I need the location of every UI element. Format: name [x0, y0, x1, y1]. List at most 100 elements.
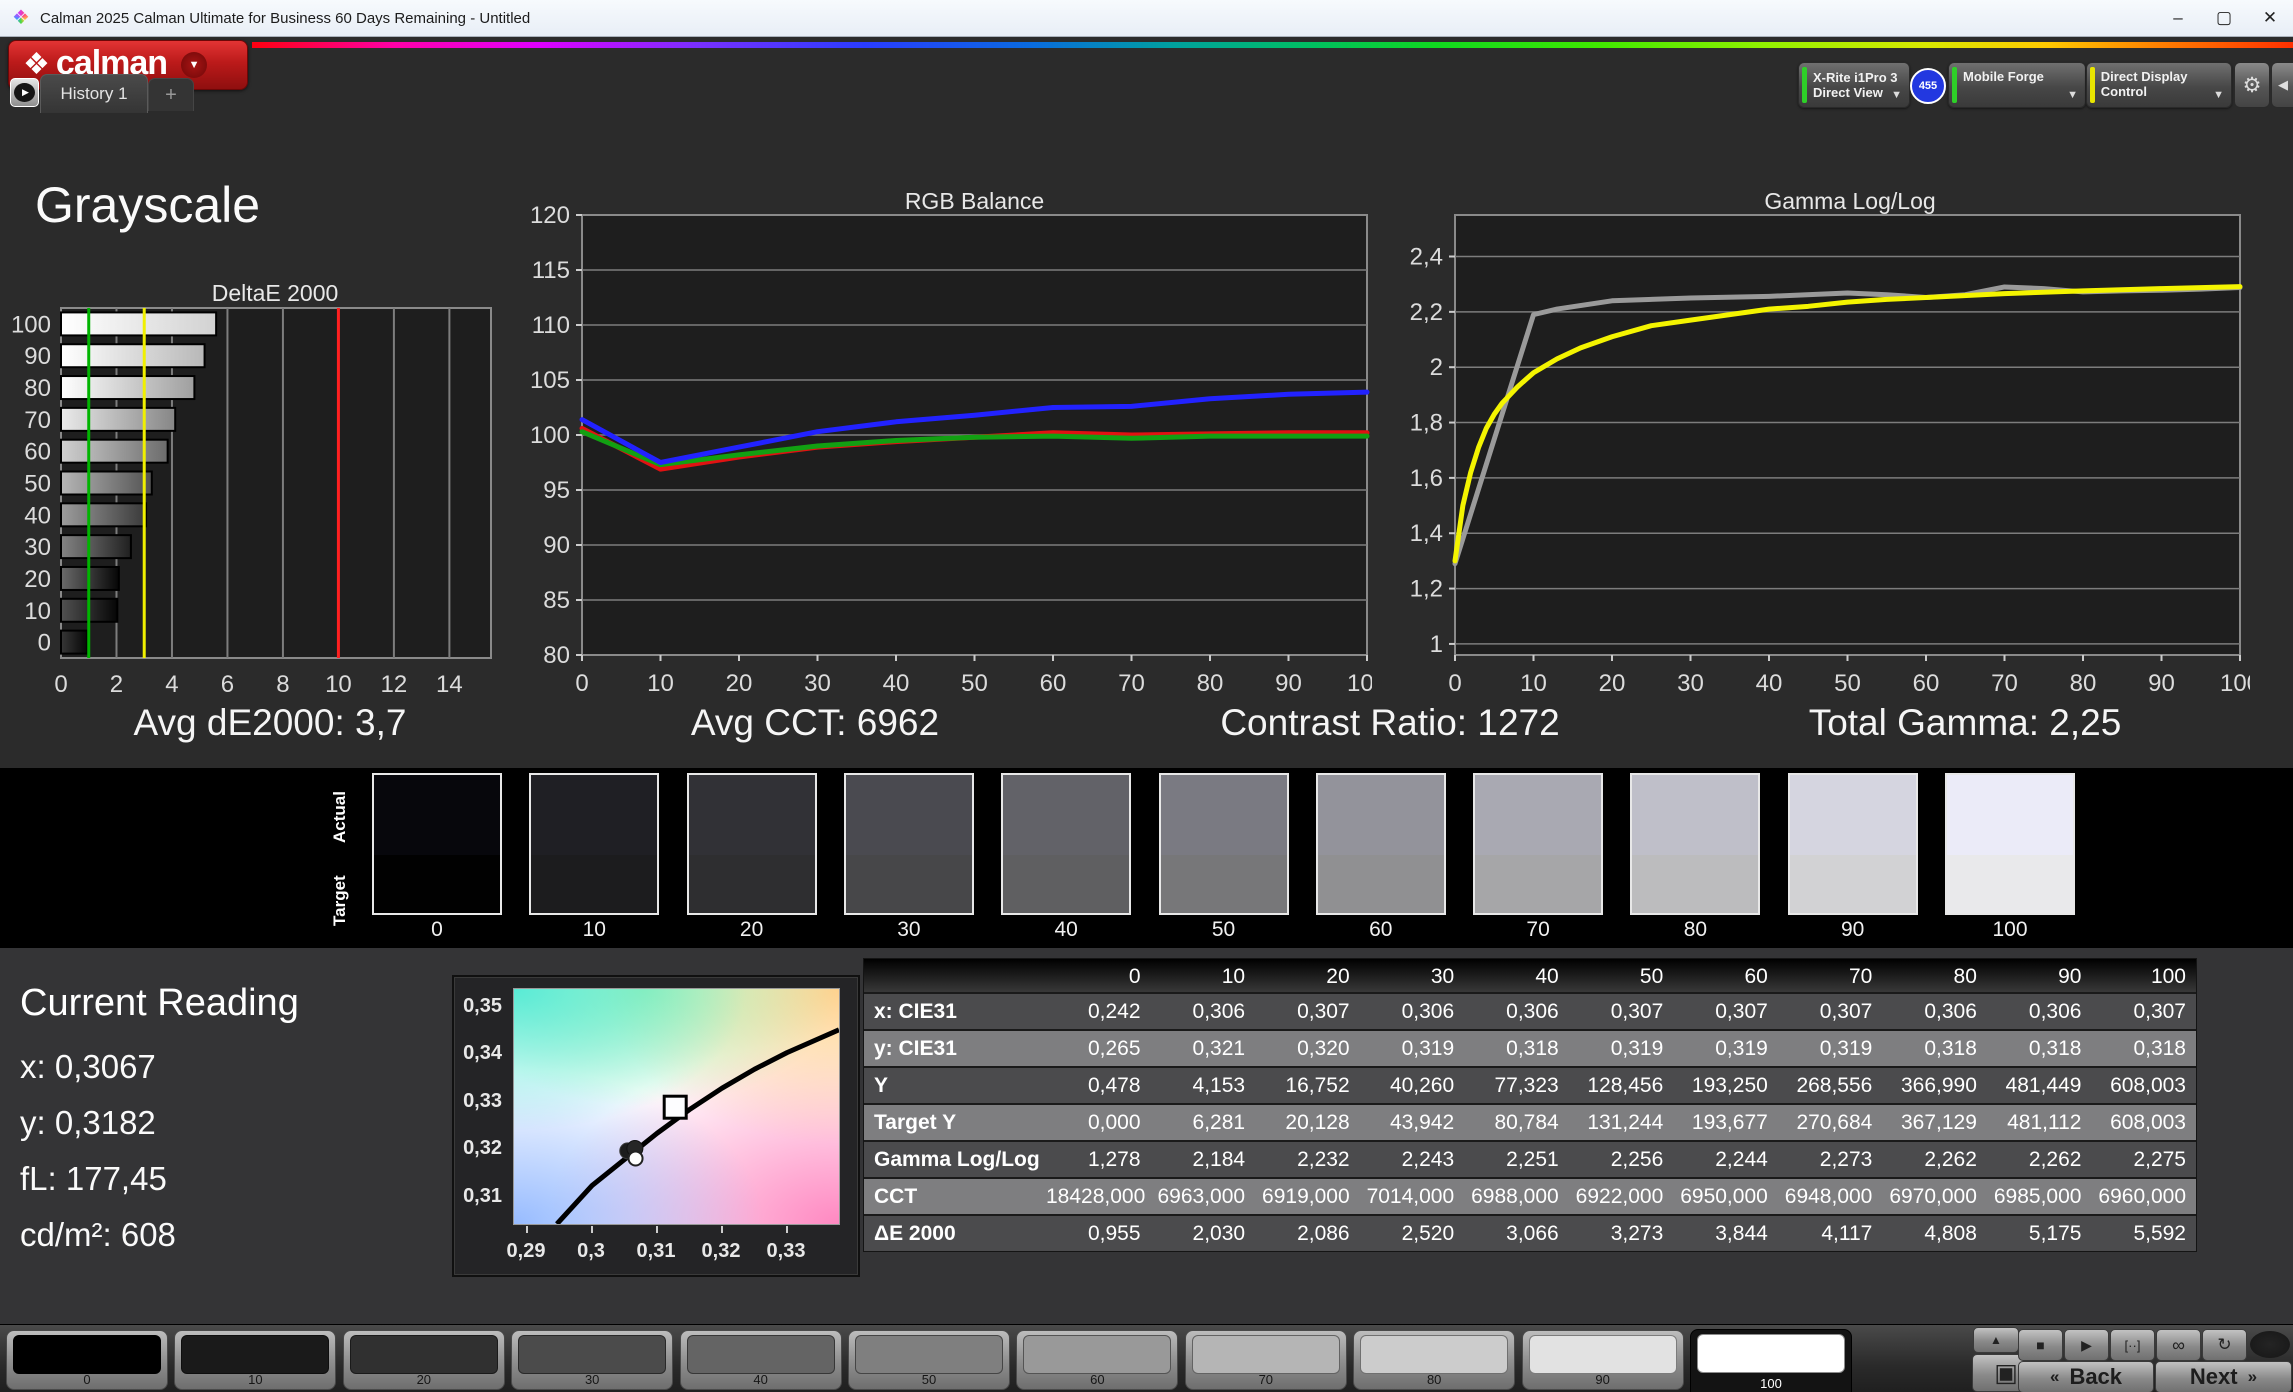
maximize-button[interactable]: ▢: [2201, 0, 2247, 36]
deltae-bar-0: [60, 629, 89, 655]
cie-chart: [513, 988, 841, 1226]
total-gamma-value: Total Gamma: 2,25: [1808, 702, 2122, 743]
pattern-size-button[interactable]: [··]: [2110, 1329, 2155, 1361]
pattern-chip: [518, 1335, 667, 1374]
pattern-chip: [1697, 1334, 1845, 1373]
refresh-button[interactable]: ↻: [2202, 1329, 2247, 1361]
pattern-button-60[interactable]: 60: [1016, 1330, 1179, 1390]
continuous-measure-button[interactable]: ∞: [2156, 1329, 2201, 1361]
current-reading-cdm2: cd/m²: 608: [20, 1216, 176, 1253]
svg-text:8: 8: [276, 671, 289, 698]
swatch-target: [531, 855, 658, 913]
pattern-button-80[interactable]: 80: [1353, 1330, 1516, 1390]
next-chevron-icon: »: [2247, 1367, 2258, 1386]
pattern-button-90[interactable]: 90: [1521, 1330, 1684, 1390]
table-cell: 18428,000: [1046, 1185, 1146, 1208]
table-cell: 270,684: [1796, 1111, 1873, 1134]
pattern-button-100[interactable]: 100: [1690, 1329, 1852, 1392]
swatch-actual: [531, 775, 658, 856]
chevron-down-icon: ▼: [2067, 89, 2078, 101]
settings-button[interactable]: ⚙: [2234, 62, 2270, 108]
table-cell: 5,175: [2028, 1222, 2082, 1245]
table-cell: 0,319: [1715, 1037, 1768, 1060]
swatch-level-label: 100: [1992, 918, 2028, 941]
table-cell: 0,321: [1192, 1037, 1246, 1060]
play-button[interactable]: ▶: [2064, 1329, 2109, 1361]
collapse-arrow-icon: ◀: [2278, 77, 2288, 92]
pattern-button-10[interactable]: 10: [174, 1330, 337, 1390]
cie-ytick: 0,34: [463, 1042, 502, 1064]
swatch-10: [529, 773, 660, 915]
swatch-actual: [1632, 775, 1759, 856]
table-cell: 608,003: [2110, 1074, 2186, 1097]
meter-dropdown[interactable]: X-Rite i1Pro 3 Direct View ▼: [1798, 62, 1910, 108]
cie-xtick: 0,33: [766, 1240, 806, 1262]
close-button[interactable]: ✕: [2247, 0, 2293, 36]
minimize-button[interactable]: –: [2155, 0, 2201, 36]
pattern-up-button[interactable]: ▲: [1973, 1327, 2019, 1353]
svg-text:90: 90: [24, 343, 51, 370]
pattern-chip: [855, 1335, 1003, 1374]
calman-menu-arrow-icon[interactable]: ▼: [181, 52, 208, 78]
swatch-actual: [1947, 775, 2073, 856]
table-cell: 2,244: [1715, 1148, 1768, 1171]
pattern-button-50[interactable]: 50: [848, 1330, 1010, 1390]
swatch-level-label: 0: [431, 918, 443, 941]
pattern-chip: [1023, 1335, 1172, 1374]
pattern-chip: [1191, 1335, 1340, 1374]
tab-history-1[interactable]: History 1: [40, 74, 148, 113]
pattern-button-30[interactable]: 30: [511, 1330, 674, 1390]
pattern-label: 20: [416, 1372, 432, 1387]
pattern-chip: [181, 1335, 330, 1374]
swatch-actual: [845, 775, 972, 856]
pattern-button-0[interactable]: 0: [6, 1330, 168, 1390]
pattern-button-70[interactable]: 70: [1184, 1330, 1347, 1390]
table-cell: 2,232: [1297, 1148, 1350, 1171]
table-cell: 6948,000: [1784, 1185, 1873, 1208]
stop-button[interactable]: ■: [2018, 1329, 2063, 1361]
table-row-Y: Y 0,478 4,153 16,752 40,260 77,323 128,456 193,…: [864, 1066, 2196, 1103]
up-arrow-icon: ▲: [1990, 1333, 2002, 1347]
svg-text:10: 10: [1520, 670, 1547, 697]
pattern-button-40[interactable]: 40: [679, 1330, 842, 1390]
pattern-button-20[interactable]: 20: [342, 1330, 505, 1390]
table-column-header: 40: [1535, 965, 1559, 988]
rainbow-divider: [252, 42, 2293, 48]
table-cell: 0,307: [1715, 1000, 1768, 1023]
svg-text:10: 10: [647, 670, 674, 697]
svg-text:0: 0: [54, 671, 67, 698]
cie-xtick: 0,31: [636, 1240, 676, 1262]
measurement-table: 0 10 20 30 40 50 60 70 80 90 100 x: CIE31 0,242 0,306…: [863, 958, 2197, 1252]
display-dropdown[interactable]: Direct Display Control ▼: [2086, 62, 2232, 108]
window-title: Calman 2025 Calman Ultimate for Business…: [40, 9, 531, 27]
svg-text:1,4: 1,4: [1410, 520, 1443, 547]
table-cell: 2,262: [1924, 1148, 1977, 1171]
table-cell: 6963,000: [1157, 1185, 1246, 1208]
swatch-actual: [374, 775, 500, 856]
source-dropdown[interactable]: Mobile Forge ▼: [1948, 62, 2086, 108]
swatch-level-label: 70: [1526, 918, 1550, 941]
table-cell: 0,307: [1297, 1000, 1350, 1023]
daylight-locus: [555, 1027, 841, 1226]
svg-text:10: 10: [325, 671, 352, 698]
current-reading-title: Current Reading: [20, 982, 299, 1024]
swatch-actual: [1160, 775, 1287, 856]
table-cell: 77,323: [1494, 1074, 1559, 1097]
table-cell: 0,265: [1087, 1037, 1141, 1060]
table-cell: 131,244: [1587, 1111, 1664, 1134]
svg-text:0: 0: [1448, 670, 1461, 697]
pattern-label: 40: [753, 1372, 768, 1387]
add-tab-button[interactable]: +: [148, 78, 194, 111]
cie-ytick: 0,32: [463, 1137, 502, 1159]
svg-text:20: 20: [1599, 670, 1626, 697]
next-button[interactable]: Next »: [2155, 1361, 2292, 1392]
back-button[interactable]: « Back: [2018, 1361, 2154, 1392]
table-cell: 6,281: [1192, 1111, 1246, 1134]
svg-text:0: 0: [38, 630, 51, 657]
svg-text:60: 60: [1913, 670, 1940, 697]
svg-text:105: 105: [530, 367, 570, 394]
svg-text:60: 60: [1040, 670, 1067, 697]
collapse-panel-button[interactable]: ◀: [2271, 62, 2293, 108]
history-scroll-button[interactable]: ▶: [10, 78, 39, 107]
back-chevron-icon: «: [2049, 1367, 2060, 1386]
